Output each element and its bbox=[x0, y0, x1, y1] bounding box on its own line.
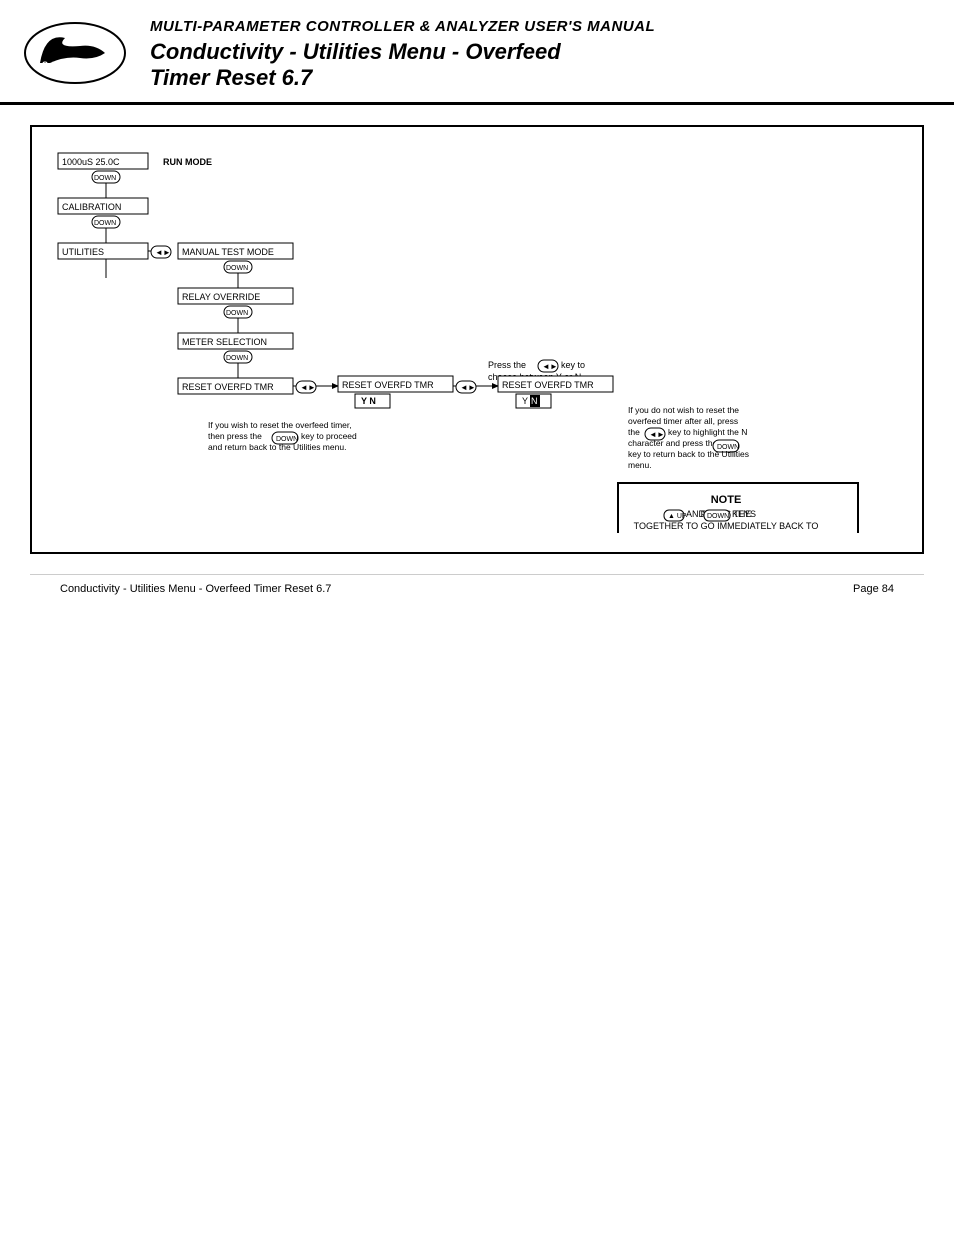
svg-text:◄►: ◄► bbox=[155, 248, 171, 257]
page-footer: Conductivity - Utilities Menu - Overfeed… bbox=[30, 574, 924, 603]
svg-text:DOWN: DOWN bbox=[94, 220, 116, 227]
footer-left: Conductivity - Utilities Menu - Overfeed… bbox=[60, 583, 331, 595]
svg-text:Y: Y bbox=[522, 396, 528, 406]
svg-text:DOWN: DOWN bbox=[226, 310, 248, 317]
svg-text:menu.: menu. bbox=[628, 460, 652, 470]
svg-text:DOWN: DOWN bbox=[226, 265, 248, 272]
shark-logo-svg: S H A R K bbox=[20, 18, 130, 88]
main-content: 1000uS 25.0C RUN MODE DOWN CALIBRATION D… bbox=[0, 105, 954, 623]
svg-text:MANUAL TEST MODE: MANUAL TEST MODE bbox=[182, 247, 274, 257]
svg-text:RESET OVERFD TMR: RESET OVERFD TMR bbox=[502, 380, 594, 390]
svg-text:K: K bbox=[84, 60, 91, 70]
svg-text:and return back to the Utiliti: and return back to the Utilities menu. bbox=[208, 442, 346, 452]
svg-text:key to proceed: key to proceed bbox=[301, 431, 357, 441]
svg-text:H: H bbox=[52, 60, 59, 70]
svg-text:character and press the: character and press the bbox=[628, 438, 718, 448]
svg-text:KEYS: KEYS bbox=[732, 509, 756, 519]
svg-text:overfeed timer after all, pres: overfeed timer after all, press bbox=[628, 416, 738, 426]
svg-text:◄►: ◄► bbox=[542, 362, 558, 371]
svg-text:S: S bbox=[42, 60, 48, 70]
svg-text:METER SELECTION: METER SELECTION bbox=[182, 337, 267, 347]
flow-diagram-svg: 1000uS 25.0C RUN MODE DOWN CALIBRATION D… bbox=[48, 143, 918, 533]
svg-text:key to highlight the N: key to highlight the N bbox=[668, 427, 747, 437]
page-header: S H A R K MULTI-PARAMETER CONTROLLER & A… bbox=[0, 0, 954, 105]
svg-text:DOWN: DOWN bbox=[707, 513, 729, 520]
svg-text:RELAY OVERRIDE: RELAY OVERRIDE bbox=[182, 292, 260, 302]
diagram-box: 1000uS 25.0C RUN MODE DOWN CALIBRATION D… bbox=[30, 125, 924, 554]
logo: S H A R K bbox=[20, 18, 130, 91]
svg-text:RESET OVERFD TMR: RESET OVERFD TMR bbox=[342, 380, 434, 390]
svg-text:If you wish to reset the overf: If you wish to reset the overfeed timer, bbox=[208, 420, 352, 430]
svg-text:TOGETHER TO GO IMMEDIATELY BAC: TOGETHER TO GO IMMEDIATELY BACK TO bbox=[634, 521, 819, 531]
svg-text:▲ UP: ▲ UP bbox=[668, 513, 687, 520]
svg-text:AND: AND bbox=[686, 509, 706, 519]
svg-text:N: N bbox=[531, 396, 538, 406]
footer-right: Page 84 bbox=[853, 583, 894, 595]
header-text-block: MULTI-PARAMETER CONTROLLER & ANALYZER US… bbox=[150, 18, 924, 92]
svg-text:UTILITIES: UTILITIES bbox=[62, 247, 104, 257]
svg-text:◄►: ◄► bbox=[460, 383, 476, 392]
svg-text:CALIBRATION: CALIBRATION bbox=[62, 202, 121, 212]
svg-text:key to return back to the Util: key to return back to the Utilities bbox=[628, 449, 749, 459]
svg-text:Press the: Press the bbox=[488, 360, 526, 370]
svg-text:1000uS 25.0C: 1000uS 25.0C bbox=[62, 157, 120, 167]
manual-title: MULTI-PARAMETER CONTROLLER & ANALYZER US… bbox=[150, 18, 924, 35]
svg-text:◄►: ◄► bbox=[300, 383, 316, 392]
svg-text:R: R bbox=[74, 60, 81, 70]
svg-text:then press the: then press the bbox=[208, 431, 262, 441]
svg-text:A: A bbox=[63, 60, 70, 70]
svg-text:RUN MODE: RUN MODE bbox=[163, 157, 212, 167]
svg-text:If you do not wish to reset th: If you do not wish to reset the bbox=[628, 405, 739, 415]
svg-text:key to: key to bbox=[561, 360, 585, 370]
svg-text:Y N: Y N bbox=[361, 396, 376, 406]
svg-text:the: the bbox=[628, 427, 640, 437]
svg-text:NOTE: NOTE bbox=[711, 494, 742, 506]
page-title: Conductivity - Utilities Menu - Overfeed… bbox=[150, 39, 924, 92]
svg-text:RESET OVERFD TMR: RESET OVERFD TMR bbox=[182, 382, 274, 392]
svg-text:DOWN: DOWN bbox=[226, 355, 248, 362]
svg-text:DOWN: DOWN bbox=[94, 175, 116, 182]
